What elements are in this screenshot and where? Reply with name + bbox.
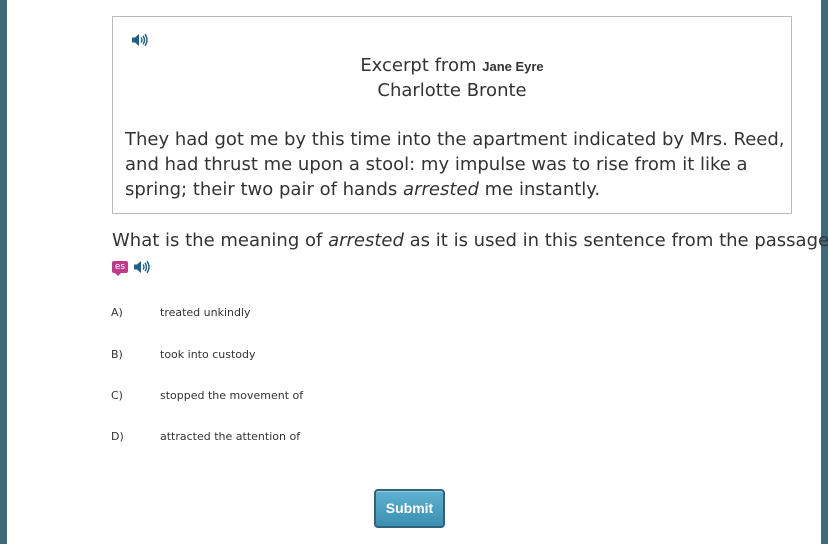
- passage-box: Excerpt from Jane Eyre Charlotte Bronte …: [112, 16, 792, 214]
- passage-heading: Excerpt from Jane Eyre: [113, 55, 791, 76]
- answer-option-a[interactable]: A) treated unkindly: [111, 303, 411, 323]
- answer-text: stopped the movement of: [160, 389, 304, 402]
- answer-letter: C): [111, 389, 123, 402]
- answer-option-c[interactable]: C) stopped the movement of: [111, 386, 411, 406]
- content-panel: Excerpt from Jane Eyre Charlotte Bronte …: [7, 0, 828, 544]
- speaker-icon[interactable]: [131, 33, 149, 52]
- work-title: Jane Eyre: [482, 59, 544, 74]
- spanish-translation-icon[interactable]: es: [112, 261, 128, 276]
- answer-option-b[interactable]: B) took into custody: [111, 345, 411, 365]
- answer-letter: A): [111, 306, 123, 319]
- passage-text-after: me instantly.: [484, 179, 601, 200]
- answer-text: treated unkindly: [160, 306, 251, 319]
- question-text-before: What is the meaning of: [112, 230, 323, 251]
- submit-button[interactable]: Submit: [374, 489, 445, 528]
- question-text-after: as it is used in this sentence from the …: [409, 230, 828, 251]
- author-name: Charlotte Bronte: [377, 80, 527, 101]
- answer-option-d[interactable]: D) attracted the attention of: [111, 427, 411, 447]
- heading-prefix: Excerpt from: [360, 55, 477, 76]
- question-text: What is the meaning of arrested as it is…: [112, 230, 828, 251]
- passage-emphasis: arrested: [403, 179, 479, 200]
- passage-text: They had got me by this time into the ap…: [125, 127, 785, 202]
- speaker-icon[interactable]: [133, 260, 151, 279]
- question-emphasis: arrested: [328, 230, 404, 251]
- answer-text: attracted the attention of: [160, 430, 301, 443]
- answer-letter: B): [111, 348, 123, 361]
- answer-letter: D): [111, 430, 124, 443]
- answer-text: took into custody: [160, 348, 256, 361]
